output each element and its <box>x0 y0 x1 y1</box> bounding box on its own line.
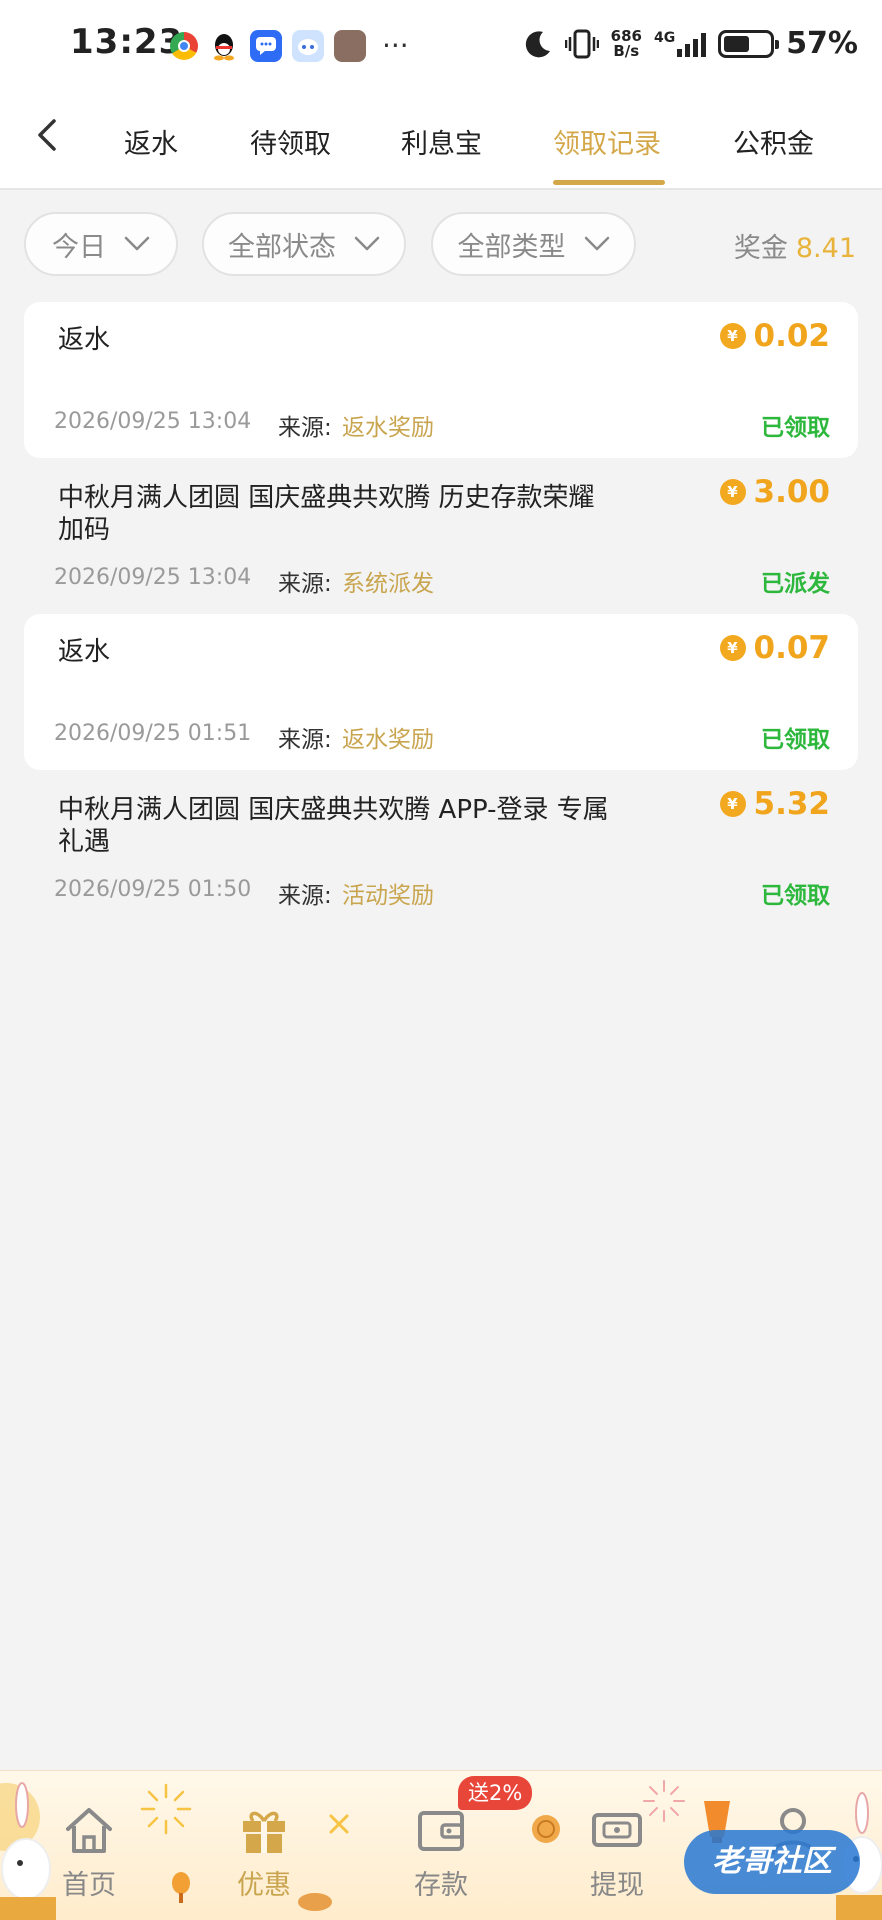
type-filter-value: 全部类型 <box>457 231 566 263</box>
battery-icon <box>718 29 780 58</box>
firework-decoration-icon <box>140 1783 192 1835</box>
status-time: 13:23 <box>70 22 184 62</box>
record-date: 2026/09/25 01:50 <box>54 877 252 902</box>
coin-icon: ¥ <box>719 635 746 661</box>
bonus-total: 奖金 8.41 <box>734 226 856 265</box>
record-item[interactable]: 中秋月满人团圆 国庆盛典共欢腾 历史存款荣耀加码 ¥ 3.00 2026/09/… <box>24 458 858 614</box>
record-amount: ¥ 0.07 <box>719 630 830 666</box>
photo-app-icon <box>334 30 366 62</box>
record-amount: ¥ 3.00 <box>719 474 830 510</box>
battery-percent: 57% <box>786 26 858 61</box>
community-watermark: 老哥社区 <box>684 1830 860 1894</box>
record-source: 系统派发 <box>342 571 434 597</box>
record-status: 已领取 <box>761 727 830 753</box>
ai-assistant-icon <box>292 30 324 62</box>
record-title: 中秋月满人团圆 国庆盛典共欢腾 历史存款荣耀加码 <box>58 483 595 545</box>
coin-icon: ¥ <box>719 791 746 817</box>
tab-provident-fund[interactable]: 公积金 <box>733 122 814 161</box>
home-icon <box>66 1808 112 1853</box>
status-filter-value: 全部状态 <box>228 231 336 263</box>
tab-pending[interactable]: 待领取 <box>250 122 331 161</box>
top-tab-bar: 返水 待领取 利息宝 领取记录 公积金 <box>0 92 882 190</box>
coin-icon: ¥ <box>719 323 746 349</box>
record-source-label: 来源: <box>278 571 332 597</box>
type-filter-dropdown[interactable]: 全部类型 <box>431 212 636 276</box>
record-amount: ¥ 0.02 <box>719 318 830 354</box>
cell-signal: 4G <box>653 29 707 57</box>
date-filter-value: 今日 <box>52 231 106 263</box>
record-status: 已派发 <box>761 571 830 597</box>
record-title: 中秋月满人团圆 国庆盛典共欢腾 APP-登录 专属礼遇 <box>58 795 609 857</box>
status-app-icons: ··· <box>170 30 409 62</box>
record-source-label: 来源: <box>278 883 332 909</box>
status-filter-dropdown[interactable]: 全部状态 <box>202 212 406 276</box>
lantern-decoration-icon <box>172 1872 190 1903</box>
tab-claim-records[interactable]: 领取记录 <box>553 122 661 161</box>
record-status: 已领取 <box>761 415 830 441</box>
tab-rebate[interactable]: 返水 <box>124 122 178 161</box>
nav-withdraw-label: 提现 <box>590 1870 644 1901</box>
nav-home[interactable]: 首页 <box>34 1801 144 1902</box>
date-filter-dropdown[interactable]: 今日 <box>24 212 178 276</box>
record-amount: ¥ 5.32 <box>719 786 830 822</box>
record-item[interactable]: 中秋月满人团圆 国庆盛典共欢腾 APP-登录 专属礼遇 ¥ 5.32 2026/… <box>24 770 858 926</box>
network-type: 4G <box>653 29 676 46</box>
record-source-label: 来源: <box>278 415 332 441</box>
record-date: 2026/09/25 01:51 <box>54 721 252 746</box>
record-title: 返水 <box>58 637 111 667</box>
chevron-left-icon <box>38 119 56 151</box>
message-app-icon <box>250 30 282 62</box>
vibrate-icon <box>564 29 599 58</box>
record-title: 返水 <box>58 325 111 355</box>
record-status: 已领取 <box>761 883 830 909</box>
chevron-down-icon <box>354 236 380 251</box>
mooncake-decoration-icon <box>532 1815 560 1843</box>
back-button[interactable] <box>22 110 72 160</box>
chrome-icon <box>170 32 198 60</box>
more-notifications-icon: ··· <box>382 29 409 62</box>
status-bar: 13:23 ··· 686 B/s 4G 57% <box>0 0 882 92</box>
chevron-down-icon <box>584 236 609 251</box>
record-source: 返水奖励 <box>342 727 434 753</box>
record-source: 返水奖励 <box>342 415 434 441</box>
deposit-promo-badge: 送2% <box>458 1776 533 1810</box>
chevron-down-icon <box>124 236 150 251</box>
record-item[interactable]: 返水 ¥ 0.07 2026/09/25 01:51 来源: 返水奖励 已领取 <box>24 614 858 770</box>
tab-interest[interactable]: 利息宝 <box>401 122 482 161</box>
bonus-label: 奖金 <box>733 233 788 264</box>
nav-withdraw[interactable]: 提现 <box>562 1801 672 1902</box>
status-right: 686 B/s 4G 57% <box>523 26 858 61</box>
nav-deposit-label: 存款 <box>414 1870 468 1901</box>
active-tab-indicator <box>553 180 665 185</box>
coin-icon: ¥ <box>719 479 746 505</box>
sparkle-decoration-icon <box>329 1814 349 1834</box>
record-source-label: 来源: <box>278 727 332 753</box>
record-date: 2026/09/25 13:04 <box>54 409 252 434</box>
nav-home-label: 首页 <box>62 1870 116 1901</box>
net-speed: 686 B/s <box>610 26 642 60</box>
withdraw-icon <box>592 1813 642 1847</box>
record-date: 2026/09/25 13:04 <box>54 565 252 590</box>
nav-deposit[interactable]: 存款 <box>386 1801 496 1902</box>
bonus-value: 8.41 <box>795 233 856 264</box>
nav-offers[interactable]: 优惠 <box>209 1801 319 1902</box>
record-source: 活动奖励 <box>342 883 434 909</box>
do-not-disturb-icon <box>525 30 550 57</box>
gift-icon <box>243 1811 285 1853</box>
qq-icon <box>208 30 240 62</box>
nav-offers-label: 优惠 <box>237 1870 291 1901</box>
signal-bars-icon <box>677 31 707 57</box>
record-item[interactable]: 返水 ¥ 0.02 2026/09/25 13:04 来源: 返水奖励 已领取 <box>24 302 858 458</box>
